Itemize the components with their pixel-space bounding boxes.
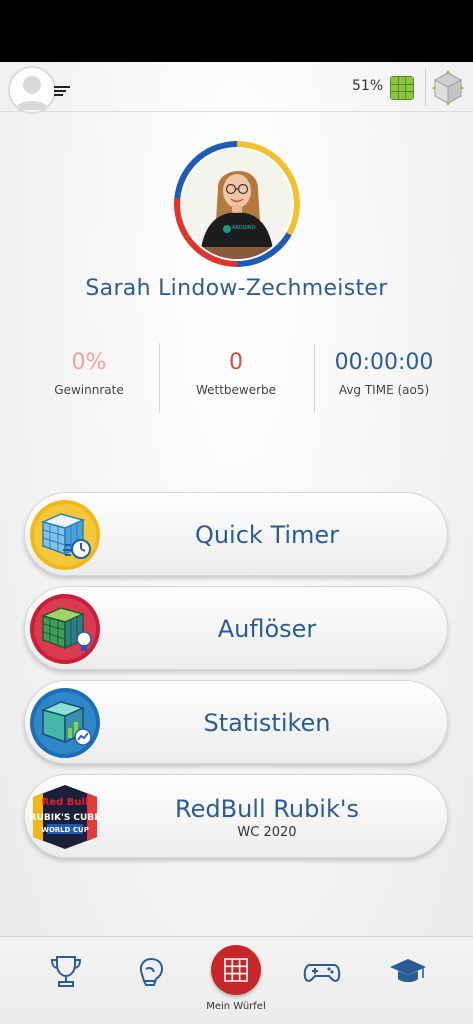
svg-text:Red Bull: Red Bull	[42, 797, 89, 808]
statistics-icon	[29, 687, 101, 759]
cube-icon	[224, 958, 248, 982]
stat-value: 0	[229, 350, 243, 375]
app-screen: 51% ARDUINO Sarah Lindow-Zechmeister 0% …	[0, 62, 473, 1024]
smart-cube-device-icon[interactable]	[430, 70, 466, 106]
quick-timer-button[interactable]: Quick Timer	[24, 492, 448, 576]
profile-photo: ARDUINO	[180, 147, 294, 261]
stat-label: Gewinnrate	[54, 383, 124, 397]
trophy-icon[interactable]	[46, 951, 86, 991]
battery-cube-icon	[390, 76, 414, 100]
svg-text:RUBIK'S CUBE: RUBIK'S CUBE	[30, 813, 101, 823]
profile-name: Sarah Lindow-Zechmeister	[85, 276, 388, 301]
avatar-placeholder-icon	[15, 76, 49, 110]
divider	[425, 68, 426, 106]
my-cube-nav-button[interactable]	[211, 945, 261, 995]
statistics-label: Statistiken	[203, 709, 331, 737]
svg-text:WORLD CUP: WORLD CUP	[41, 826, 89, 834]
stat-value: 00:00:00	[334, 350, 434, 375]
profile-person-image: ARDUINO	[182, 149, 292, 259]
my-cube-nav-label: Mein Würfel	[206, 1001, 266, 1012]
redbull-title: RedBull Rubik's	[175, 794, 359, 823]
solver-icon	[29, 593, 101, 665]
quick-timer-label: Quick Timer	[194, 521, 340, 549]
solver-label: Auflöser	[217, 615, 317, 643]
stat-avg-time: 00:00:00 Avg TIME (ao5)	[309, 350, 459, 397]
top-bar: 51%	[0, 62, 473, 114]
bottom-navigation: Mein Würfel	[0, 936, 473, 1024]
redbull-world-cup-button[interactable]: Red Bull RUBIK'S CUBE WORLD CUP RedBull …	[24, 774, 448, 858]
stat-value: 0%	[71, 350, 107, 375]
stat-win-rate: 0% Gewinnrate	[14, 350, 164, 397]
redbull-rubiks-logo-icon: Red Bull RUBIK'S CUBE WORLD CUP	[29, 781, 101, 853]
stat-label: Avg TIME (ao5)	[338, 383, 430, 397]
battery-percent: 51%	[352, 78, 384, 94]
statistics-button[interactable]: Statistiken	[24, 680, 448, 764]
menu-icon[interactable]	[54, 86, 70, 98]
avatar[interactable]	[8, 66, 56, 114]
redbull-subtitle: WC 2020	[237, 824, 297, 840]
stat-label: Wettbewerbe	[195, 383, 277, 397]
stat-competitions: 0 Wettbewerbe	[161, 350, 311, 397]
shirt-logo-text: ARDUINO	[232, 225, 256, 231]
redbull-label-group: RedBull Rubik's WC 2020	[105, 775, 429, 859]
solver-button[interactable]: Auflöser	[24, 586, 448, 670]
boxing-glove-icon[interactable]	[132, 951, 172, 991]
gamepad-icon[interactable]	[302, 951, 342, 991]
status-bar	[0, 0, 473, 62]
quick-timer-icon	[29, 499, 101, 571]
graduation-cap-icon[interactable]	[388, 951, 428, 991]
stats-divider	[159, 343, 160, 413]
profile-photo-ring[interactable]: ARDUINO	[174, 141, 300, 267]
